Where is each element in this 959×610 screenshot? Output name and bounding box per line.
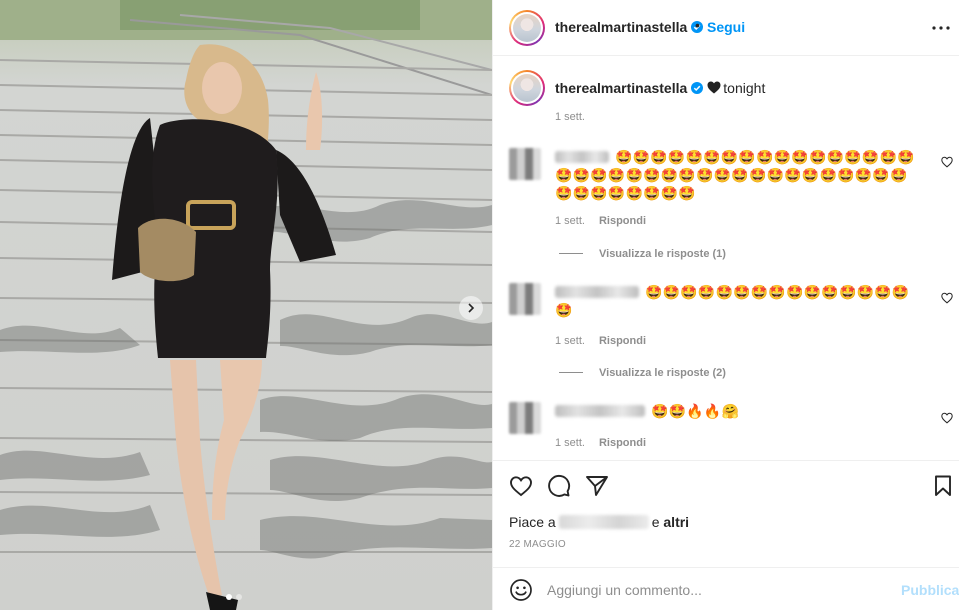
photo-illustration xyxy=(0,0,492,610)
carousel-dot xyxy=(226,594,232,600)
black-heart-icon xyxy=(707,81,721,94)
likes-and: e xyxy=(651,514,660,530)
follow-button[interactable]: Segui xyxy=(707,19,745,35)
reply-button[interactable]: Rispondi xyxy=(599,437,646,449)
add-comment-bar: Pubblica xyxy=(493,567,959,610)
caption-username[interactable]: therealmartinastella xyxy=(555,80,687,96)
reply-button[interactable]: Rispondi xyxy=(599,215,646,227)
smiley-icon[interactable] xyxy=(509,578,533,602)
replies-rule xyxy=(559,253,583,254)
post-header: therealmartinastella • Segui xyxy=(493,0,959,56)
paper-plane-icon[interactable] xyxy=(585,474,609,498)
caption-line: therealmartinastella tonight xyxy=(555,80,765,96)
heart-icon[interactable] xyxy=(509,474,533,498)
heart-icon[interactable] xyxy=(941,412,953,424)
commenter-avatar[interactable] xyxy=(509,148,541,180)
reply-button[interactable]: Rispondi xyxy=(599,335,646,347)
commenter-avatar[interactable] xyxy=(509,402,541,434)
comment-body: 🤩🤩🤩🤩🤩🤩🤩🤩🤩🤩🤩🤩🤩🤩🤩🤩 xyxy=(555,283,915,319)
publish-button[interactable]: Pubblica xyxy=(901,582,959,598)
comment-time: 1 sett. xyxy=(555,335,585,347)
replies-rule xyxy=(559,372,583,373)
likes-summary: Piace a e altri xyxy=(509,514,689,530)
heart-icon[interactable] xyxy=(941,292,953,304)
comment-time: 1 sett. xyxy=(555,437,585,449)
liker-username-blurred[interactable] xyxy=(558,515,649,529)
comment-meta: 1 sett. Rispondi xyxy=(555,335,646,347)
commenter-username-blurred[interactable] xyxy=(555,151,609,163)
comment-input[interactable] xyxy=(547,580,887,600)
comment-body: 🤩🤩🤩🤩🤩🤩🤩🤩🤩🤩🤩🤩🤩🤩🤩🤩🤩🤩🤩🤩🤩🤩🤩🤩🤩🤩🤩🤩🤩🤩🤩🤩🤩🤩🤩🤩🤩🤩🤩🤩… xyxy=(555,148,915,202)
view-replies-button[interactable]: Visualizza le risposte (2) xyxy=(559,367,726,379)
more-options-icon[interactable] xyxy=(929,16,953,40)
commenter-username-blurred[interactable] xyxy=(555,286,639,298)
commenter-username-blurred[interactable] xyxy=(555,405,645,417)
comment-time: 1 sett. xyxy=(555,215,585,227)
comment-meta: 1 sett. Rispondi xyxy=(555,215,646,227)
post-actions: Piace a e altri 22 MAGGIO Pubblica xyxy=(493,460,959,610)
author-username[interactable]: therealmartinastella xyxy=(555,19,704,35)
verified-badge-icon xyxy=(691,82,704,94)
commenter-avatar[interactable] xyxy=(509,283,541,315)
header-separator: • xyxy=(695,17,700,33)
heart-icon[interactable] xyxy=(941,156,953,168)
author-username-text[interactable]: therealmartinastella xyxy=(555,19,687,35)
likes-prefix: Piace a xyxy=(509,514,556,530)
view-replies-label[interactable]: Visualizza le risposte (2) xyxy=(599,367,726,379)
post-photo[interactable] xyxy=(0,0,492,610)
post-date[interactable]: 22 MAGGIO xyxy=(509,539,566,550)
bookmark-icon[interactable] xyxy=(931,474,955,498)
view-replies-button[interactable]: Visualizza le risposte (1) xyxy=(559,248,726,260)
comment-icon[interactable] xyxy=(547,474,571,498)
caption-time: 1 sett. xyxy=(555,111,585,123)
carousel-dot xyxy=(236,594,242,600)
next-photo-button[interactable] xyxy=(459,296,483,320)
comment-meta: 1 sett. Rispondi xyxy=(555,437,646,449)
likes-others-link[interactable]: altri xyxy=(663,514,689,530)
caption-author-avatar[interactable] xyxy=(509,70,545,106)
chevron-right-icon xyxy=(468,303,475,313)
author-avatar[interactable] xyxy=(509,10,545,46)
carousel-dots xyxy=(226,594,242,600)
comment-text: 🤩🤩🔥🔥🤗 xyxy=(651,403,740,419)
post-details-panel: therealmartinastella • Segui therealmart… xyxy=(492,0,959,610)
caption-text: tonight xyxy=(723,80,766,96)
view-replies-label[interactable]: Visualizza le risposte (1) xyxy=(599,248,726,260)
comment-body: 🤩🤩🔥🔥🤗 xyxy=(555,402,915,420)
